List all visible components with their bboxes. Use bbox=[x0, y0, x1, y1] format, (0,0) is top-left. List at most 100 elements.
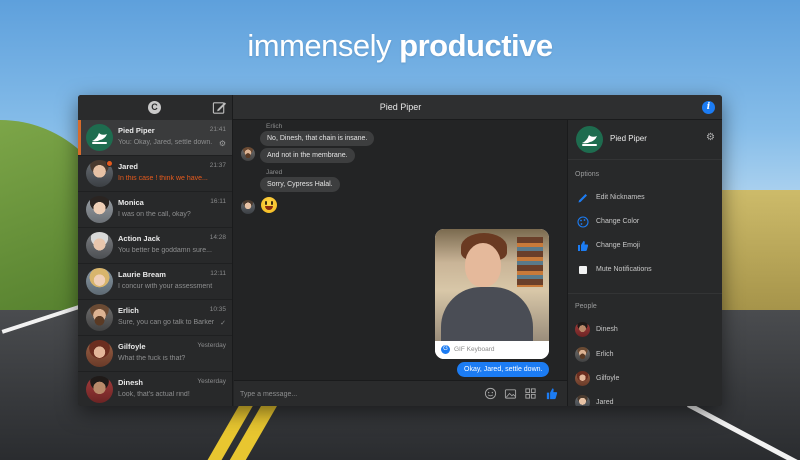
conversation-preview: In this case ! think we have... bbox=[118, 175, 208, 182]
conversation-time: 10:35 bbox=[209, 306, 226, 313]
conversation-time: Yesterday bbox=[197, 378, 226, 385]
emoji-picker-icon[interactable] bbox=[484, 387, 497, 400]
option-change-color[interactable]: Change Color bbox=[568, 212, 722, 232]
conversation-name: Gilfoyle bbox=[118, 342, 146, 351]
conversation-item[interactable]: Erlich 10:35 Sure, you can go talk to Ba… bbox=[78, 300, 232, 336]
gif-footer: G GIF Keyboard bbox=[435, 341, 549, 359]
conversation-time: 21:41 bbox=[209, 126, 226, 133]
app-logo-icon: C bbox=[148, 101, 161, 114]
outgoing-message[interactable]: Okay, Jared, settle down. bbox=[457, 362, 550, 377]
group-name: Pied Piper bbox=[610, 134, 647, 143]
avatar bbox=[86, 376, 113, 403]
conversation-time: 16:11 bbox=[210, 198, 226, 205]
message-input[interactable] bbox=[240, 386, 470, 402]
gif-image bbox=[435, 229, 549, 347]
pencil-icon bbox=[578, 194, 587, 203]
conversation-name: Pied Piper bbox=[118, 126, 155, 135]
image-attach-icon[interactable] bbox=[504, 387, 517, 400]
conversation-time: 21:37 bbox=[209, 162, 226, 169]
composer bbox=[234, 380, 567, 406]
apps-grid-icon[interactable] bbox=[524, 387, 537, 400]
avatar bbox=[575, 371, 590, 386]
sender-name: Erlich bbox=[266, 123, 283, 130]
option-edit-nicknames[interactable]: Edit Nicknames bbox=[568, 188, 722, 208]
avatar bbox=[241, 200, 255, 214]
thumbs-up-icon bbox=[578, 241, 589, 251]
gear-icon[interactable]: ⚙ bbox=[706, 132, 715, 143]
avatar bbox=[575, 322, 590, 337]
person-name: Gilfoyle bbox=[596, 375, 620, 382]
avatar bbox=[241, 147, 255, 161]
conversation-name: Jared bbox=[118, 162, 139, 171]
conversation-item[interactable]: Dinesh Yesterday Look, that's actual rin… bbox=[78, 372, 232, 406]
unread-badge bbox=[106, 160, 113, 167]
conversation-item[interactable]: Pied Piper 21:41 You: Okay, Jared, settl… bbox=[78, 120, 232, 156]
thumbs-up-icon[interactable] bbox=[545, 387, 558, 400]
person-item[interactable]: Gilfoyle bbox=[568, 368, 722, 390]
info-icon[interactable]: i bbox=[702, 101, 715, 114]
option-mute-notifications[interactable]: Mute Notifications bbox=[568, 260, 722, 280]
conversation-name: Action Jack bbox=[118, 234, 161, 243]
avatar bbox=[86, 340, 113, 367]
avatar bbox=[86, 196, 113, 223]
person-name: Dinesh bbox=[596, 326, 618, 333]
titlebar: C Pied Piper i bbox=[78, 95, 722, 120]
conversation-preview: I was on the call, okay? bbox=[118, 211, 191, 218]
avatar bbox=[86, 268, 113, 295]
palette-icon bbox=[577, 216, 589, 228]
gif-keyboard-icon: G bbox=[441, 345, 450, 354]
person-item[interactable]: Jared bbox=[568, 392, 722, 406]
headline-bold: productive bbox=[399, 28, 553, 63]
conversation-time: Yesterday bbox=[197, 342, 226, 349]
conversation-preview: Look, that's actual rind! bbox=[118, 391, 190, 398]
conversation-item[interactable]: Jared 21:37 In this case ! think we have… bbox=[78, 156, 232, 192]
conversation-name: Laurie Bream bbox=[118, 270, 166, 279]
avatar bbox=[86, 232, 113, 259]
app-window: C Pied Piper i Pied Piper 21:41 You: Oka… bbox=[78, 95, 722, 406]
conversation-preview: What the fuck is that? bbox=[118, 355, 186, 362]
group-avatar bbox=[576, 126, 603, 153]
gif-person bbox=[465, 243, 501, 287]
avatar bbox=[575, 347, 590, 362]
sender-name: Jared bbox=[266, 169, 283, 176]
gif-message[interactable]: G GIF Keyboard bbox=[435, 229, 549, 359]
message-bubble[interactable]: No, Dinesh, that chain is insane. bbox=[260, 131, 375, 146]
conversation-time: 14:28 bbox=[209, 234, 226, 241]
message-bubble[interactable]: And not in the membrane. bbox=[260, 148, 355, 163]
option-label: Mute Notifications bbox=[596, 266, 652, 273]
conversation-time: 12:11 bbox=[210, 270, 226, 277]
option-change-emoji[interactable]: Change Emoji bbox=[568, 236, 722, 256]
conversation-preview: Sure, you can go talk to Barker bbox=[118, 319, 215, 326]
option-label: Edit Nicknames bbox=[596, 194, 645, 201]
checkbox-icon bbox=[579, 266, 587, 274]
avatar bbox=[575, 395, 590, 406]
details-panel: Pied Piper ⚙ Options Edit Nicknames Chan… bbox=[567, 120, 722, 406]
conversation-preview: You better be goddamn sure... bbox=[118, 247, 212, 254]
person-item[interactable]: Dinesh bbox=[568, 319, 722, 341]
gear-icon[interactable]: ⚙ bbox=[219, 139, 226, 148]
conversation-name: Erlich bbox=[118, 306, 139, 315]
panel-header: Pied Piper ⚙ bbox=[568, 120, 722, 160]
conversation-item[interactable]: Action Jack 14:28 You better be goddamn … bbox=[78, 228, 232, 264]
compose-icon[interactable] bbox=[212, 100, 227, 115]
option-label: Change Color bbox=[596, 218, 640, 225]
divider bbox=[568, 293, 722, 294]
avatar bbox=[86, 304, 113, 331]
conversation-item[interactable]: Gilfoyle Yesterday What the fuck is that… bbox=[78, 336, 232, 372]
person-item[interactable]: Erlich bbox=[568, 344, 722, 366]
read-check-icon: ✓ bbox=[220, 320, 226, 327]
conversation-item[interactable]: Laurie Bream 12:11 I concur with your as… bbox=[78, 264, 232, 300]
message-bubble[interactable]: Sorry, Cypress Halal. bbox=[260, 177, 340, 192]
smiley-emoji-icon bbox=[261, 197, 277, 213]
headline-light: immensely bbox=[247, 28, 392, 63]
gif-background-shelf bbox=[517, 237, 543, 287]
conversation-item[interactable]: Monica 16:11 I was on the call, okay? bbox=[78, 192, 232, 228]
person-name: Erlich bbox=[596, 351, 614, 358]
titlebar-left: C bbox=[78, 95, 233, 120]
person-name: Jared bbox=[596, 399, 614, 406]
options-heading: Options bbox=[575, 171, 600, 178]
gif-person bbox=[441, 287, 533, 347]
option-label: Change Emoji bbox=[596, 242, 640, 249]
conversation-preview: You: Okay, Jared, settle down. bbox=[118, 139, 213, 146]
group-avatar bbox=[86, 124, 113, 151]
